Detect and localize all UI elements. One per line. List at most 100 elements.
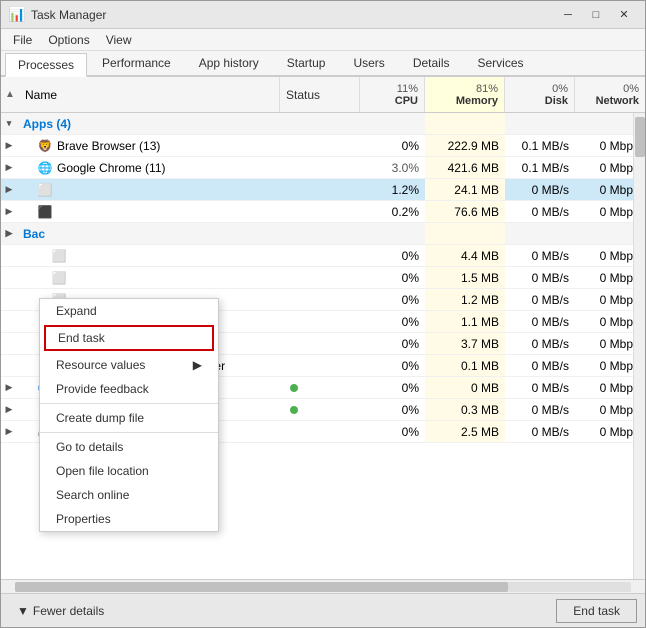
fewer-details-arrow: ▼ (17, 604, 29, 618)
menu-file[interactable]: File (5, 31, 40, 49)
expand-apps-icon[interactable]: ▾ (1, 113, 17, 134)
row-name-bg5: ⬜ (17, 245, 280, 266)
bg-memory (425, 223, 505, 244)
close-button[interactable]: ✕ (611, 5, 637, 25)
table-header: ▲ Name Status 11% CPU 81% Memory 0% Disk… (1, 77, 645, 113)
row-name-4: ⬛ (17, 201, 280, 222)
row-memory: 421.6 MB (425, 157, 505, 178)
memory-label: Memory (456, 95, 498, 107)
ctx-open-file-location[interactable]: Open file location (40, 459, 218, 483)
row-name-brave: 🦁 Brave Browser (13) (17, 135, 280, 156)
row-name-chrome: 🌐 Google Chrome (11) (17, 157, 280, 178)
disk-label: Disk (545, 95, 568, 107)
context-menu: Expand End task Resource values ▶ Provid… (39, 298, 219, 532)
tab-details[interactable]: Details (400, 51, 463, 75)
menu-options[interactable]: Options (40, 31, 97, 49)
row-cpu: 3.0% (360, 157, 425, 178)
row-status (280, 135, 360, 156)
status-bar: ▼ Fewer details End task (1, 593, 645, 627)
expand-bg-icon[interactable]: ▶ (1, 223, 17, 244)
col-header-disk[interactable]: 0% Disk (505, 77, 575, 112)
col-name-label: Name (25, 88, 57, 102)
apps-status (280, 113, 360, 134)
expand-icon[interactable]: ▶ (1, 157, 17, 178)
table-row[interactable]: ⬜ 0% 1.5 MB 0 MB/s 0 Mbps (1, 267, 645, 289)
minimize-button[interactable]: ─ (555, 5, 581, 25)
table-row[interactable]: ⬜ 0% 4.4 MB 0 MB/s 0 Mbps (1, 245, 645, 267)
maximize-button[interactable]: □ (583, 5, 609, 25)
memory-pct: 81% (476, 83, 498, 95)
bg-section-label: Bac (17, 223, 280, 244)
ctx-properties[interactable]: Properties (40, 507, 218, 531)
tab-processes[interactable]: Processes (5, 53, 87, 77)
ctx-end-task[interactable]: End task (44, 325, 214, 351)
hscroll-track[interactable] (15, 582, 631, 592)
row-cpu: 0.2% (360, 201, 425, 222)
bg-disk (505, 223, 575, 244)
col-header-name[interactable]: Name (19, 77, 280, 112)
col-header-cpu[interactable]: 11% CPU (360, 77, 425, 112)
status-green-dot-films (290, 406, 298, 414)
row-memory: 222.9 MB (425, 135, 505, 156)
expand-icon[interactable]: ▶ (1, 421, 17, 442)
expand-icon[interactable]: ▶ (1, 399, 17, 420)
ctx-create-dump[interactable]: Create dump file (40, 406, 218, 430)
row-disk: 0.1 MB/s (505, 157, 575, 178)
row-memory: 76.6 MB (425, 201, 505, 222)
scrollbar-thumb[interactable] (635, 117, 645, 157)
expand-icon[interactable]: ▶ (1, 179, 17, 200)
vertical-scrollbar[interactable] (633, 113, 645, 579)
app-icon: 📊 (9, 7, 25, 23)
tab-performance[interactable]: Performance (89, 51, 184, 75)
brave-icon: 🦁 (37, 138, 53, 154)
section-apps[interactable]: ▾ Apps (4) (1, 113, 645, 135)
ctx-resource-values[interactable]: Resource values ▶ (40, 353, 218, 377)
menu-view[interactable]: View (98, 31, 140, 49)
row-name-bg6: ⬜ (17, 267, 280, 288)
ctx-search-online[interactable]: Search online (40, 483, 218, 507)
tab-services[interactable]: Services (465, 51, 537, 75)
network-label: Network (596, 95, 639, 107)
app-icon-4: ⬛ (37, 204, 53, 220)
row-disk: 0 MB/s (505, 201, 575, 222)
section-background[interactable]: ▶ Bac (1, 223, 645, 245)
network-pct: 0% (623, 83, 639, 95)
apps-section-label: Apps (4) (17, 113, 280, 134)
end-task-button[interactable]: End task (556, 599, 637, 623)
status-green-dot-feeds (290, 384, 298, 392)
expand-icon[interactable]: ▶ (1, 201, 17, 222)
cpu-label: CPU (395, 95, 418, 107)
tab-app-history[interactable]: App history (186, 51, 272, 75)
table-row[interactable]: ▶ 🦁 Brave Browser (13) 0% 222.9 MB 0.1 M… (1, 135, 645, 157)
col-header-memory[interactable]: 81% Memory (425, 77, 505, 112)
ctx-separator-1 (40, 403, 218, 404)
expand-icon[interactable]: ▶ (1, 135, 17, 156)
bg-app-icon-5: ⬜ (51, 248, 67, 264)
col-header-network[interactable]: 0% Network (575, 77, 645, 112)
fewer-details-button[interactable]: ▼ Fewer details (9, 600, 112, 622)
table-row[interactable]: ▶ ⬜ 1.2% 24.1 MB 0 MB/s 0 Mbps (1, 179, 645, 201)
menu-bar: File Options View (1, 29, 645, 51)
apps-section-text: Apps (4) (23, 117, 71, 131)
table-row[interactable]: ▶ ⬛ 0.2% 76.6 MB 0 MB/s 0 Mbps (1, 201, 645, 223)
table-row[interactable]: ▶ 🌐 Google Chrome (11) 3.0% 421.6 MB 0.1… (1, 157, 645, 179)
row-disk: 0 MB/s (505, 179, 575, 200)
ctx-go-to-details[interactable]: Go to details (40, 435, 218, 459)
ctx-provide-feedback[interactable]: Provide feedback (40, 377, 218, 401)
horizontal-scrollbar[interactable] (1, 579, 645, 593)
apps-memory (425, 113, 505, 134)
tab-users[interactable]: Users (340, 51, 397, 75)
col-header-status[interactable]: Status (280, 77, 360, 112)
expand-icon[interactable]: ▶ (1, 377, 17, 398)
fewer-details-label: Fewer details (33, 604, 104, 618)
apps-disk (505, 113, 575, 134)
window-controls: ─ □ ✕ (555, 5, 637, 25)
hscroll-thumb[interactable] (15, 582, 508, 592)
expand-icon (1, 245, 17, 266)
sort-arrow-up[interactable]: ▲ (1, 77, 19, 112)
tabs-bar: Processes Performance App history Startu… (1, 51, 645, 77)
tab-startup[interactable]: Startup (274, 51, 339, 75)
ctx-expand[interactable]: Expand (40, 299, 218, 323)
bg-status (280, 223, 360, 244)
disk-pct: 0% (552, 83, 568, 95)
